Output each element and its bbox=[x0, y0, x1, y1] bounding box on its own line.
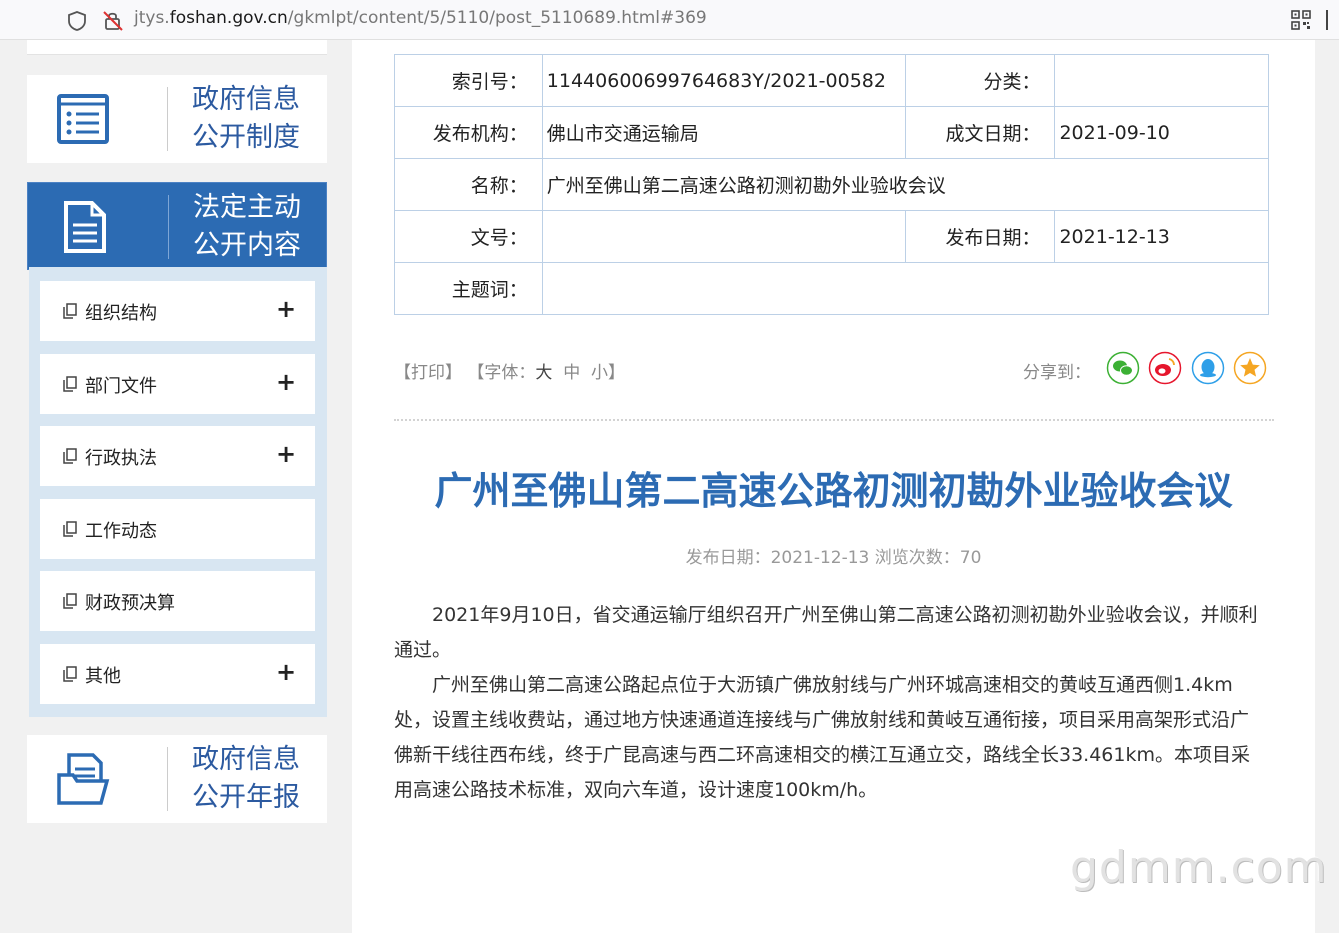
sidebar-item-label: 部门文件 bbox=[85, 376, 157, 397]
index-value: 11440600699764683Y/2021-00582 bbox=[541, 54, 906, 107]
sidebar-item-label: 其他 bbox=[85, 666, 121, 687]
favorite-star-icon[interactable] bbox=[1233, 351, 1267, 385]
docno-label: 文号： bbox=[394, 210, 543, 263]
table-row: 发布机构： 佛山市交通运输局 成文日期： 2021-09-10 bbox=[394, 106, 1269, 159]
keywords-label: 主题词： bbox=[394, 262, 543, 315]
table-row: 主题词： bbox=[394, 262, 1270, 315]
qr-code-icon[interactable] bbox=[1291, 10, 1311, 30]
article-paragraph: 2021年9月10日，省交通运输厅组织召开广州至佛山第二高速公路初测初勘外业验收… bbox=[394, 604, 1258, 661]
expand-plus-icon[interactable]: + bbox=[276, 368, 296, 396]
copy-icon bbox=[63, 521, 77, 537]
expand-plus-icon[interactable]: + bbox=[276, 295, 296, 323]
shield-icon[interactable] bbox=[66, 10, 88, 32]
table-row: 名称： 广州至佛山第二高速公路初测初勘外业验收会议 bbox=[394, 158, 1270, 211]
box-title: 法定主动 公开内容 bbox=[172, 189, 322, 265]
sub-menu: 组织结构 + 部门文件 + 行政执法 + 工作动态 财政预决算 其他 + bbox=[29, 267, 327, 717]
docno-value bbox=[541, 210, 906, 263]
font-small-button[interactable]: 小 bbox=[591, 363, 608, 383]
url-prefix: jtys. bbox=[134, 8, 170, 28]
divider bbox=[394, 419, 1274, 421]
sidebar-item-label: 财政预决算 bbox=[85, 593, 175, 614]
menu-edge-icon[interactable] bbox=[1326, 4, 1339, 36]
page-margin bbox=[1315, 40, 1339, 933]
qq-share-icon[interactable] bbox=[1191, 351, 1225, 385]
sidebar-item-organization[interactable]: 组织结构 + bbox=[40, 281, 315, 341]
copy-icon bbox=[63, 593, 77, 609]
box-title-line1: 法定主动 bbox=[193, 192, 301, 223]
name-label: 名称： bbox=[394, 158, 543, 211]
box-title-line2: 公开内容 bbox=[193, 230, 301, 261]
publish-date-value: 2021-12-13 bbox=[1054, 210, 1269, 263]
expand-plus-icon[interactable]: + bbox=[276, 440, 296, 468]
insecure-lock-icon[interactable] bbox=[102, 9, 124, 31]
font-medium-button[interactable]: 中 bbox=[563, 363, 580, 383]
share-label: 分享到： bbox=[1023, 363, 1091, 383]
url-path: /gkmlpt/content/5/5110/post_5110689.html… bbox=[287, 8, 707, 28]
sidebar-item-law-enforcement[interactable]: 行政执法 + bbox=[40, 426, 315, 486]
index-label: 索引号： bbox=[394, 54, 543, 107]
category-label: 分类： bbox=[904, 54, 1056, 107]
info-disclosure-system-link[interactable]: 政府信息 公开制度 bbox=[27, 75, 327, 163]
font-large-button[interactable]: 大 bbox=[535, 363, 552, 383]
print-button[interactable]: 【打印】 bbox=[394, 363, 462, 383]
weibo-share-icon[interactable] bbox=[1148, 351, 1182, 385]
divider bbox=[167, 87, 168, 151]
publish-date-label: 发布日期： bbox=[904, 210, 1056, 263]
sidebar-item-label: 行政执法 bbox=[85, 448, 157, 469]
article-body: 2021年9月10日，省交通运输厅组织召开广州至佛山第二高速公路初测初勘外业验收… bbox=[394, 598, 1264, 808]
font-size-close: 】 bbox=[608, 363, 626, 383]
sidebar-item-department-files[interactable]: 部门文件 + bbox=[40, 354, 315, 414]
annual-report-link[interactable]: 政府信息 公开年报 bbox=[27, 735, 327, 823]
created-date-label: 成文日期： bbox=[904, 106, 1056, 159]
folder-document-icon bbox=[57, 753, 110, 805]
wechat-share-icon[interactable] bbox=[1106, 351, 1140, 385]
box-title: 政府信息 公开制度 bbox=[171, 81, 321, 157]
created-date-value: 2021-09-10 bbox=[1054, 106, 1269, 159]
box-title-line1: 政府信息 bbox=[192, 84, 300, 115]
list-document-icon bbox=[57, 94, 109, 144]
box-title: 政府信息 公开年报 bbox=[171, 741, 321, 817]
article-paragraph: 广州至佛山第二高速公路起点位于大沥镇广佛放射线与广州环城高速相交的黄岐互通西侧1… bbox=[394, 674, 1250, 801]
sidebar-top-stub bbox=[27, 40, 327, 55]
main-content: 索引号： 11440600699764683Y/2021-00582 分类： 发… bbox=[352, 40, 1315, 933]
publisher-value: 佛山市交通运输局 bbox=[541, 106, 906, 159]
table-row: 索引号： 11440600699764683Y/2021-00582 分类： bbox=[394, 54, 1269, 107]
copy-icon bbox=[63, 666, 77, 682]
url-text[interactable]: jtys.foshan.gov.cn/gkmlpt/content/5/5110… bbox=[134, 8, 707, 28]
left-sidebar: 政府信息 公开制度 法定主动 公开内容 组织结构 + 部门文件 + 行政执法 +… bbox=[0, 40, 352, 933]
divider bbox=[167, 747, 168, 811]
category-value bbox=[1054, 54, 1269, 107]
statutory-disclosure-link[interactable]: 法定主动 公开内容 bbox=[27, 182, 327, 270]
name-value: 广州至佛山第二高速公路初测初勘外业验收会议 bbox=[541, 158, 1270, 211]
copy-icon bbox=[63, 303, 77, 319]
sidebar-item-budget[interactable]: 财政预决算 bbox=[40, 571, 315, 631]
box-title-line2: 公开年报 bbox=[192, 782, 300, 813]
sidebar-item-other[interactable]: 其他 + bbox=[40, 644, 315, 704]
divider bbox=[168, 195, 169, 259]
copy-icon bbox=[63, 376, 77, 392]
box-title-line1: 政府信息 bbox=[192, 744, 300, 775]
document-meta-table: 索引号： 11440600699764683Y/2021-00582 分类： 发… bbox=[394, 54, 1270, 315]
document-icon bbox=[64, 201, 106, 253]
sidebar-item-label: 组织结构 bbox=[85, 303, 157, 324]
copy-icon bbox=[63, 448, 77, 464]
box-title-line2: 公开制度 bbox=[192, 122, 300, 153]
sidebar-item-work-news[interactable]: 工作动态 bbox=[40, 499, 315, 559]
table-row: 文号： 发布日期： 2021-12-13 bbox=[394, 210, 1269, 263]
publisher-label: 发布机构： bbox=[394, 106, 543, 159]
keywords-value bbox=[541, 262, 1270, 315]
address-bar[interactable]: jtys.foshan.gov.cn/gkmlpt/content/5/5110… bbox=[0, 0, 1339, 40]
article-toolbar: 【打印】 【字体：大 中 小】 bbox=[394, 358, 625, 383]
article-meta-line: 发布日期：2021-12-13 浏览次数：70 bbox=[685, 548, 982, 568]
watermark: gdmm.com bbox=[1070, 842, 1328, 893]
article-title: 广州至佛山第二高速公路初测初勘外业验收会议 bbox=[434, 469, 1233, 513]
font-size-label: 【字体： bbox=[467, 363, 536, 383]
url-domain: foshan.gov.cn bbox=[169, 8, 288, 28]
sidebar-item-label: 工作动态 bbox=[85, 521, 157, 542]
expand-plus-icon[interactable]: + bbox=[276, 658, 296, 686]
